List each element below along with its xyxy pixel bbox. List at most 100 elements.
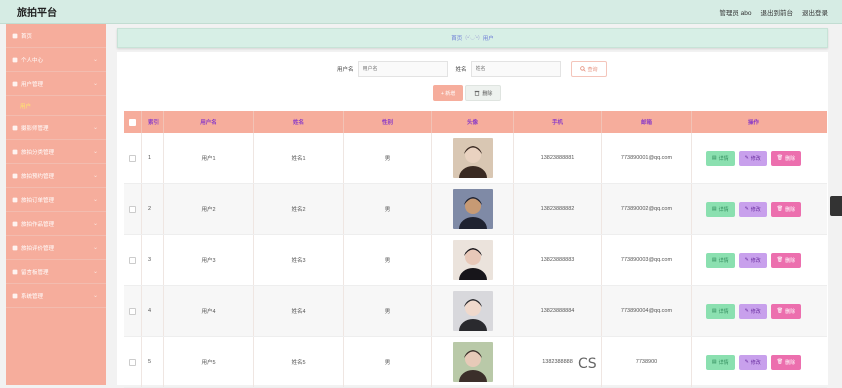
batch-delete-label: 删除 <box>482 90 493 97</box>
sidebar-item-label: 首页 <box>21 33 33 40</box>
detail-label: 详情 <box>718 308 729 315</box>
cell-index: 4 <box>142 286 164 336</box>
admin-user-link[interactable]: 管理员 abo <box>719 7 751 17</box>
cell-actions: ▤ 详情 ✎ 修改 🗑 删除 <box>692 337 815 387</box>
sidebar-item-1[interactable]: 个人中心 ⌄ <box>6 48 106 72</box>
cell-sex: 男 <box>344 286 432 336</box>
edit-label: 修改 <box>750 308 761 315</box>
detail-button[interactable]: ▤ 详情 <box>705 303 735 319</box>
detail-button[interactable]: ▤ 详情 <box>705 354 735 370</box>
cell-index: 1 <box>142 133 164 183</box>
sidebar-item-2[interactable]: 用户管理 ⌄ <box>6 72 106 96</box>
cell-actions: ▤ 详情 ✎ 修改 🗑 删除 <box>692 133 815 183</box>
sidebar-item-10[interactable]: 系统管理 ⌄ <box>6 284 106 308</box>
cell-actions: ▤ 详情 ✎ 修改 🗑 删除 <box>692 286 815 336</box>
sidebar-item-label: 旅拍分类管理 <box>21 149 55 156</box>
cell-username: 用户4 <box>164 286 254 336</box>
cell-avatar <box>432 235 514 285</box>
chevron-down-icon: ⌄ <box>92 173 98 179</box>
cell-phone: 13823888884 <box>514 286 602 336</box>
batch-delete-button[interactable]: 删除 <box>465 85 502 101</box>
detail-button[interactable]: ▤ 详情 <box>705 150 735 166</box>
row-select-cell <box>124 286 142 336</box>
front-link[interactable]: 退出到前台 <box>761 7 794 17</box>
row-checkbox[interactable] <box>129 256 136 264</box>
edit-label: 修改 <box>750 206 761 213</box>
sidebar-item-left: 摄影师管理 <box>12 124 49 132</box>
delete-button[interactable]: 🗑 删除 <box>770 354 802 370</box>
delete-button[interactable]: 🗑 删除 <box>770 201 802 217</box>
delete-button[interactable]: 🗑 删除 <box>770 303 802 319</box>
sidebar-item-7[interactable]: 旅拍作品管理 ⌄ <box>6 212 106 236</box>
cell-avatar <box>432 184 514 234</box>
row-select-cell <box>124 133 142 183</box>
sidebar-item-label: 用户管理 <box>21 81 44 88</box>
detail-icon: ▤ <box>711 155 717 161</box>
sidebar-item-label: 旅拍评价管理 <box>21 245 55 252</box>
edit-button[interactable]: ✎ 修改 <box>738 252 767 268</box>
cell-email: 773890001@qq.com <box>602 133 692 183</box>
header-avatar: 头像 <box>432 111 514 133</box>
edit-button[interactable]: ✎ 修改 <box>738 150 767 166</box>
header-links: 管理员 abo 退出到前台 退出登录 <box>719 7 828 17</box>
logout-link[interactable]: 退出登录 <box>802 7 828 17</box>
cell-username: 用户1 <box>164 133 254 183</box>
sidebar-item-5[interactable]: 旅拍预约管理 ⌄ <box>6 164 106 188</box>
sidebar-item-3[interactable]: 摄影师管理 ⌄ <box>6 116 106 140</box>
sidebar-subitem-active[interactable]: 用户 <box>6 96 106 116</box>
trash-icon: 🗑 <box>776 206 784 212</box>
row-checkbox[interactable] <box>129 358 136 366</box>
row-checkbox[interactable] <box>129 154 136 162</box>
cell-email: 7738900 <box>602 337 692 387</box>
edit-label: 修改 <box>750 257 761 264</box>
edit-button[interactable]: ✎ 修改 <box>738 354 767 370</box>
query-button[interactable]: 查询 <box>570 61 607 77</box>
cell-index: 5 <box>142 337 164 387</box>
name-input[interactable] <box>470 61 561 77</box>
chevron-down-icon: ⌄ <box>92 197 98 203</box>
delete-button[interactable]: 🗑 删除 <box>770 150 802 166</box>
side-scroll-tab[interactable] <box>830 196 842 216</box>
select-all-cell <box>124 111 142 133</box>
cell-email: 773890003@qq.com <box>602 235 692 285</box>
user-icon <box>12 81 18 86</box>
name-label: 姓名 <box>455 67 467 73</box>
chevron-down-icon: ⌄ <box>92 269 98 275</box>
breadcrumb: 首页 (•'◡'•) 用户 <box>117 28 828 48</box>
detail-button[interactable]: ▤ 详情 <box>705 252 735 268</box>
detail-button[interactable]: ▤ 详情 <box>705 201 735 217</box>
detail-label: 详情 <box>718 155 729 162</box>
delete-label: 删除 <box>785 257 796 264</box>
main-panel: 用户名 姓名 查询 + 新增 删除 索引 用户名 姓名 性别 头像 手机 邮箱 … <box>117 52 828 388</box>
edit-icon: ✎ <box>744 206 749 212</box>
sidebar-item-8[interactable]: 旅拍评价管理 ⌄ <box>6 236 106 260</box>
sidebar-item-left: 旅拍评价管理 <box>12 244 54 252</box>
edit-icon: ✎ <box>744 257 749 263</box>
sidebar-item-left: 旅拍预约管理 <box>12 172 54 180</box>
add-button[interactable]: + 新增 <box>433 85 464 101</box>
edit-button[interactable]: ✎ 修改 <box>738 303 767 319</box>
sidebar-item-label: 旅拍预约管理 <box>21 173 55 180</box>
breadcrumb-home[interactable]: 首页 <box>451 34 462 42</box>
cell-username: 用户3 <box>164 235 254 285</box>
select-all-checkbox[interactable] <box>129 118 136 126</box>
breadcrumb-face: (•'◡'•) <box>465 35 480 41</box>
sidebar-item-0[interactable]: 首页 <box>6 24 106 48</box>
delete-button[interactable]: 🗑 删除 <box>770 252 802 268</box>
sidebar-item-9[interactable]: 留言板管理 ⌄ <box>6 260 106 284</box>
board-icon <box>12 269 18 274</box>
cell-actions: ▤ 详情 ✎ 修改 🗑 删除 <box>692 184 815 234</box>
edit-button[interactable]: ✎ 修改 <box>738 201 767 217</box>
edit-icon: ✎ <box>744 359 749 365</box>
sidebar-item-4[interactable]: 旅拍分类管理 ⌄ <box>6 140 106 164</box>
cell-index: 2 <box>142 184 164 234</box>
row-checkbox[interactable] <box>129 307 136 315</box>
row-checkbox[interactable] <box>129 205 136 213</box>
row-select-cell <box>124 337 142 387</box>
delete-label: 删除 <box>785 359 796 366</box>
sidebar-item-label: 留言板管理 <box>21 269 49 276</box>
username-input[interactable] <box>357 61 448 77</box>
sidebar-item-6[interactable]: 旅拍订单管理 ⌄ <box>6 188 106 212</box>
home-icon <box>12 33 18 38</box>
calendar-icon <box>12 173 18 178</box>
